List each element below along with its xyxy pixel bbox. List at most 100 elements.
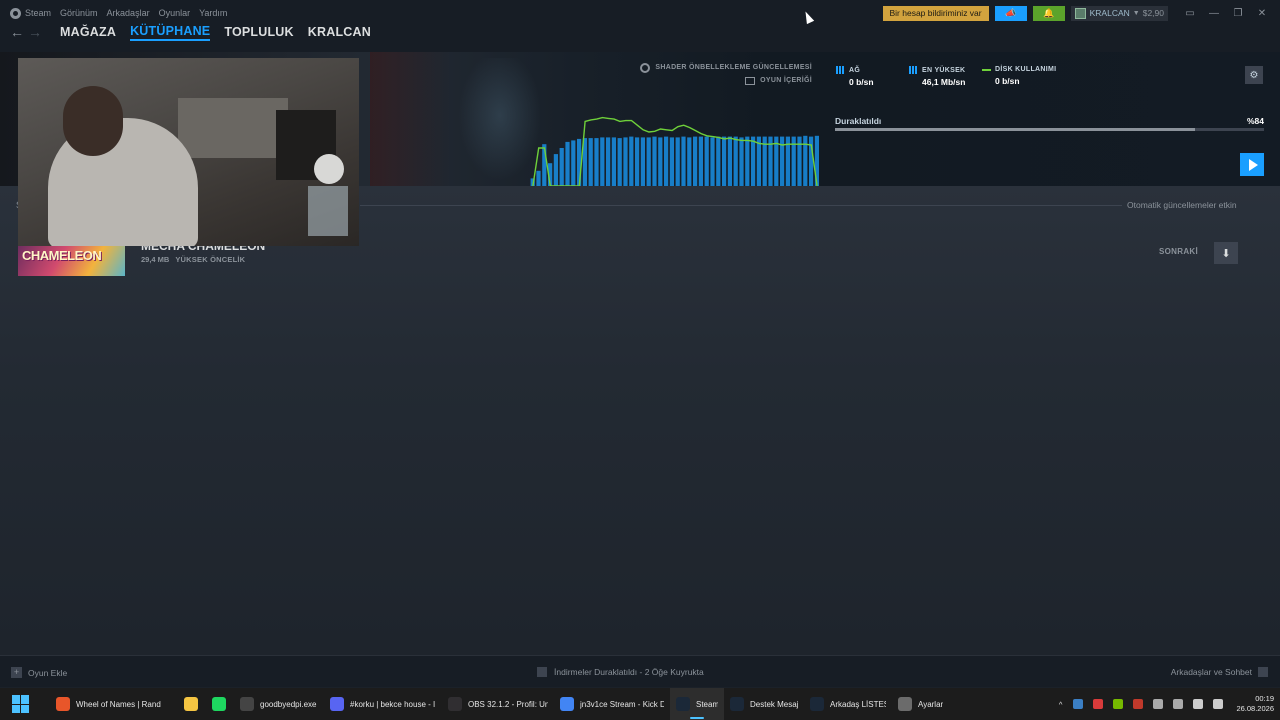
next-label: SONRAKİ: [1159, 247, 1198, 256]
progress-fill: [835, 128, 1196, 131]
volume-icon[interactable]: [1213, 699, 1224, 709]
menu-steam[interactable]: Steam: [25, 8, 51, 18]
taskbar-item[interactable]: Steam: [670, 688, 724, 720]
gear-icon: ⚙: [1249, 69, 1259, 81]
system-tray: ^ 00:19 26.08.2026: [1059, 688, 1274, 720]
minimize-icon[interactable]: —: [1202, 8, 1226, 19]
game-meta: 29,4 MB YÜKSEK ÖNCELİK: [141, 255, 245, 264]
menu-friends[interactable]: Arkadaşlar: [107, 8, 150, 18]
back-arrow-icon[interactable]: ←: [8, 24, 26, 40]
download-status-icon: [537, 667, 547, 677]
nvidia-tray-icon[interactable]: [1113, 699, 1124, 709]
account-notification-button[interactable]: Bir hesap bildiriminiz var: [882, 5, 989, 21]
chart-bar: [536, 170, 541, 186]
clock[interactable]: 00:19 26.08.2026: [1236, 694, 1274, 714]
taskbar-item-label: goodbyedpi.exe: [260, 699, 317, 709]
account-menu[interactable]: KRALCAN ▼ $2,90: [1070, 5, 1168, 21]
downloads-status-button[interactable]: İndirmeler Duraklatıldı - 2 Öğe Kuyrukta: [537, 667, 704, 677]
menu-view[interactable]: Görünüm: [60, 8, 98, 18]
chart-bar: [698, 136, 703, 186]
game-thumbnail[interactable]: CHAMELEON: [18, 242, 125, 276]
forward-arrow-icon[interactable]: →: [26, 24, 44, 40]
app-icon: [810, 697, 824, 711]
bars-icon: [836, 66, 844, 74]
announcements-button[interactable]: 📣: [994, 5, 1027, 21]
spinner-icon: [640, 62, 651, 73]
tab-library[interactable]: KÜTÜPHANE: [130, 24, 211, 41]
chevron-up-icon[interactable]: ^: [1059, 700, 1063, 709]
app-icon: [676, 697, 690, 711]
taskbar-item[interactable]: Ayarlar: [892, 688, 954, 720]
taskbar-item-label: #korku | bekce house - I: [350, 699, 436, 709]
close-icon[interactable]: ✕: [1250, 8, 1274, 19]
taskbar-item-label: Arkadaş LİSTESİ: [830, 699, 886, 709]
maximize-icon[interactable]: ❐: [1226, 8, 1250, 19]
steam-tray-icon[interactable]: [1073, 699, 1084, 709]
chart-bar: [704, 136, 709, 186]
shield-tray-icon[interactable]: [1133, 699, 1144, 709]
chart-bar: [716, 136, 721, 186]
game-priority: YÜKSEK ÖNCELİK: [175, 255, 246, 264]
taskbar-item[interactable]: jn3v1ce Stream - Kick Di: [554, 688, 670, 720]
download-button[interactable]: ⬇: [1214, 242, 1238, 264]
chart-bar: [687, 137, 692, 186]
tab-profile[interactable]: KRALCAN: [308, 25, 371, 39]
play-icon: [1248, 158, 1258, 171]
disk-value: 0 b/sn: [995, 76, 1020, 86]
main-nav: ← → MAĞAZA KÜTÜPHANE TOPLULUK KRALCAN: [8, 22, 371, 42]
megaphone-icon: 📣: [1005, 7, 1017, 18]
start-button[interactable]: [12, 695, 30, 713]
download-status-label: Duraklatıldı: [835, 116, 882, 126]
avatar: [1074, 7, 1086, 19]
taskbar-item[interactable]: [206, 688, 234, 720]
chart-bar: [600, 137, 605, 186]
menu-help[interactable]: Yardım: [199, 8, 227, 18]
game-size: 29,4 MB: [141, 255, 170, 264]
taskbar-item[interactable]: Destek Mesajı: [724, 688, 804, 720]
bell-icon: 🔔: [1043, 7, 1055, 18]
app-icon: [330, 697, 344, 711]
chart-bar: [588, 138, 593, 186]
add-game-button[interactable]: + Oyun Ekle: [11, 667, 67, 678]
game-thumbnail-logo: CHAMELEON: [22, 248, 102, 263]
downloads-list: S Otomatik güncellemeler etkin CHAMELEON…: [0, 186, 1280, 655]
header-background-art: [370, 52, 450, 186]
taskbar-item[interactable]: [178, 688, 206, 720]
chart-bar: [664, 136, 669, 186]
chart-bar: [803, 135, 808, 186]
section-divider: [360, 205, 1122, 206]
big-picture-icon[interactable]: ▭: [1178, 8, 1202, 19]
taskbar-item[interactable]: Wheel of Names | Rand: [50, 688, 178, 720]
taskbar-item[interactable]: #korku | bekce house - I: [324, 688, 442, 720]
layers-icon: [745, 76, 756, 85]
downloads-status-label: İndirmeler Duraklatıldı - 2 Öğe Kuyrukta: [554, 667, 704, 677]
game-content-line: OYUN İÇERİĞİ: [640, 74, 812, 87]
resume-download-button[interactable]: [1240, 153, 1264, 176]
window-controls: ▭ — ❐ ✕: [1178, 8, 1274, 19]
tab-store[interactable]: MAĞAZA: [60, 25, 116, 39]
username: KRALCAN: [1089, 8, 1130, 18]
friends-chat-label: Arkadaşlar ve Sohbet: [1170, 667, 1252, 677]
microphone-icon[interactable]: [1173, 699, 1184, 709]
chart-bar: [722, 136, 727, 186]
app-icon: [560, 697, 574, 711]
chart-bar: [751, 136, 756, 186]
record-tray-icon[interactable]: [1093, 699, 1104, 709]
download-settings-button[interactable]: ⚙: [1245, 66, 1263, 84]
menu-games[interactable]: Oyunlar: [159, 8, 191, 18]
app-icon: [240, 697, 254, 711]
download-icon: ⬇: [1221, 247, 1231, 260]
taskbar-item[interactable]: Arkadaş LİSTESİ: [804, 688, 892, 720]
network-icon[interactable]: [1193, 699, 1204, 709]
notifications-button[interactable]: 🔔: [1032, 5, 1065, 21]
chart-bar: [640, 137, 645, 186]
chart-bar: [809, 136, 814, 186]
headset-icon[interactable]: [1153, 699, 1164, 709]
chart-bar: [652, 136, 657, 186]
taskbar-item[interactable]: OBS 32.1.2 - Profil: Untit: [442, 688, 554, 720]
plus-icon: +: [11, 667, 22, 678]
friends-chat-button[interactable]: Arkadaşlar ve Sohbet: [1171, 667, 1268, 677]
taskbar-item[interactable]: goodbyedpi.exe: [234, 688, 324, 720]
tab-community[interactable]: TOPLULUK: [224, 25, 293, 39]
chart-bar: [606, 137, 611, 186]
